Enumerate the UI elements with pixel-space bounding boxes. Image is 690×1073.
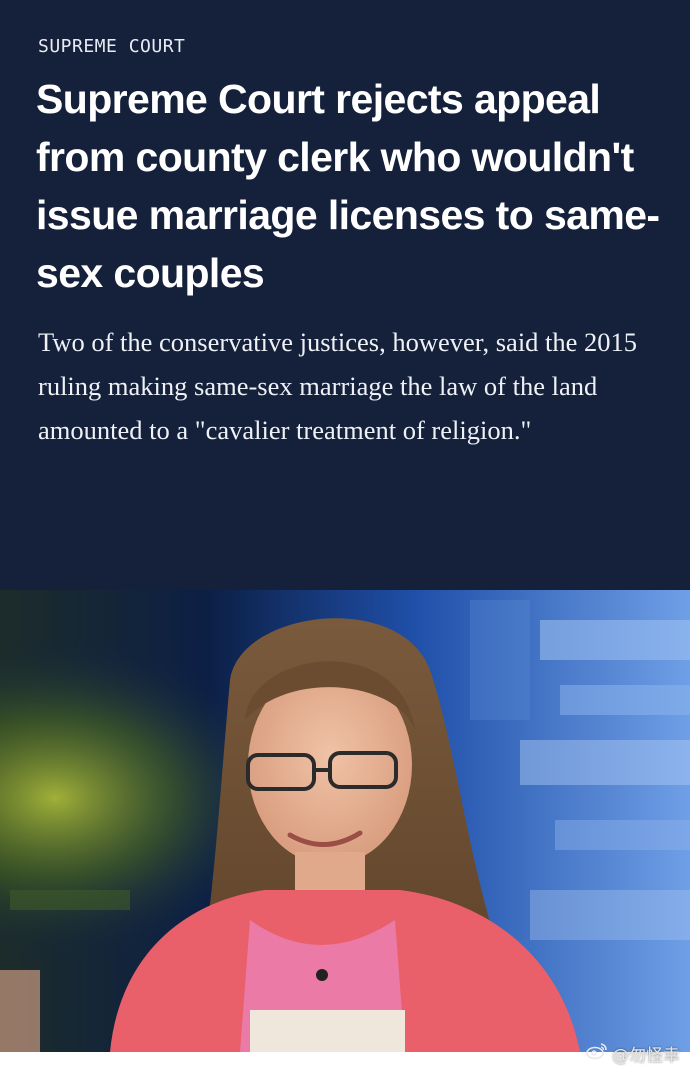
headline[interactable]: Supreme Court rejects appeal from county… — [36, 70, 666, 302]
watermark-text: @勿怪幸 — [612, 1046, 680, 1066]
article-header: SUPREME COURT Supreme Court rejects appe… — [0, 0, 690, 590]
lead-photo[interactable] — [0, 590, 690, 1052]
weibo-icon — [586, 1042, 608, 1065]
article-page: SUPREME COURT Supreme Court rejects appe… — [0, 0, 690, 1073]
lead-photo-illustration — [0, 590, 690, 1052]
watermark: @勿怪幸 — [586, 1041, 680, 1066]
article-dek: Two of the conservative justices, howeve… — [38, 327, 638, 445]
section-label[interactable]: SUPREME COURT — [38, 36, 185, 57]
